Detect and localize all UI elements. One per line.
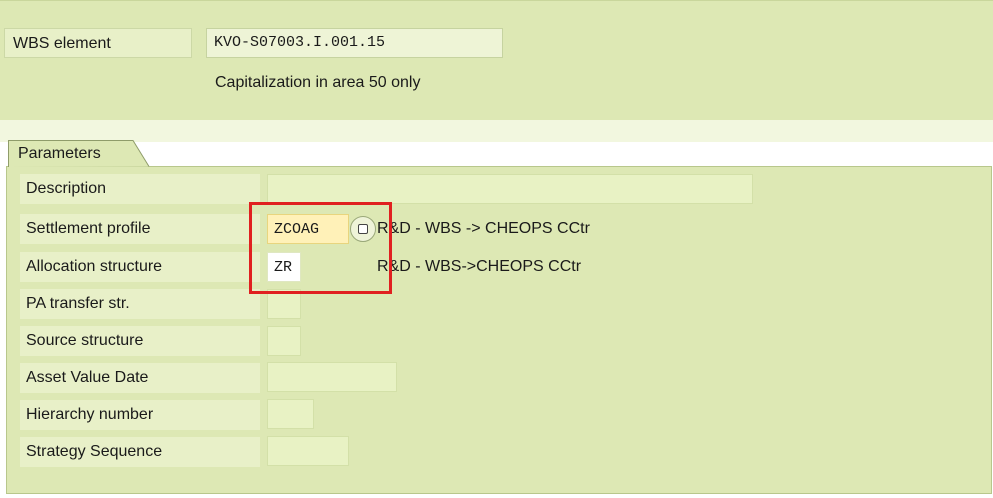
hierarchy-number-label: Hierarchy number <box>20 400 260 430</box>
allocation-structure-value: ZR <box>274 259 293 276</box>
settlement-profile-value: ZCOAG <box>274 221 320 238</box>
value-help-icon[interactable] <box>350 216 376 242</box>
allocation-structure-field[interactable]: ZR <box>267 252 301 282</box>
asset-value-date-field[interactable] <box>267 362 397 392</box>
allocation-structure-text: R&D - WBS->CHEOPS CCtr <box>377 258 582 275</box>
pa-transfer-label: PA transfer str. <box>20 289 260 319</box>
strategy-sequence-field[interactable] <box>267 436 349 466</box>
settlement-profile-field[interactable]: ZCOAG <box>267 214 349 244</box>
wbs-note: Capitalization in area 50 only <box>215 74 421 91</box>
pa-transfer-field[interactable] <box>267 289 301 319</box>
tab-parameters[interactable]: Parameters <box>8 140 150 167</box>
strategy-sequence-label: Strategy Sequence <box>20 437 260 467</box>
description-label: Description <box>20 174 260 204</box>
source-structure-label: Source structure <box>20 326 260 356</box>
allocation-structure-label: Allocation structure <box>20 252 260 282</box>
settlement-profile-label: Settlement profile <box>20 214 260 244</box>
hierarchy-number-field[interactable] <box>267 399 314 429</box>
settlement-profile-text: R&D - WBS -> CHEOPS CCtr <box>377 220 590 237</box>
tab-parameters-label: Parameters <box>18 145 101 162</box>
header-area: WBS element KVO-S07003.I.001.15 Capitali… <box>0 0 993 121</box>
asset-value-date-label: Asset Value Date <box>20 363 260 393</box>
description-field[interactable] <box>267 174 753 204</box>
source-structure-field[interactable] <box>267 326 301 356</box>
separator <box>0 120 993 142</box>
wbs-element-label: WBS element <box>4 28 192 58</box>
wbs-element-field[interactable]: KVO-S07003.I.001.15 <box>206 28 503 58</box>
